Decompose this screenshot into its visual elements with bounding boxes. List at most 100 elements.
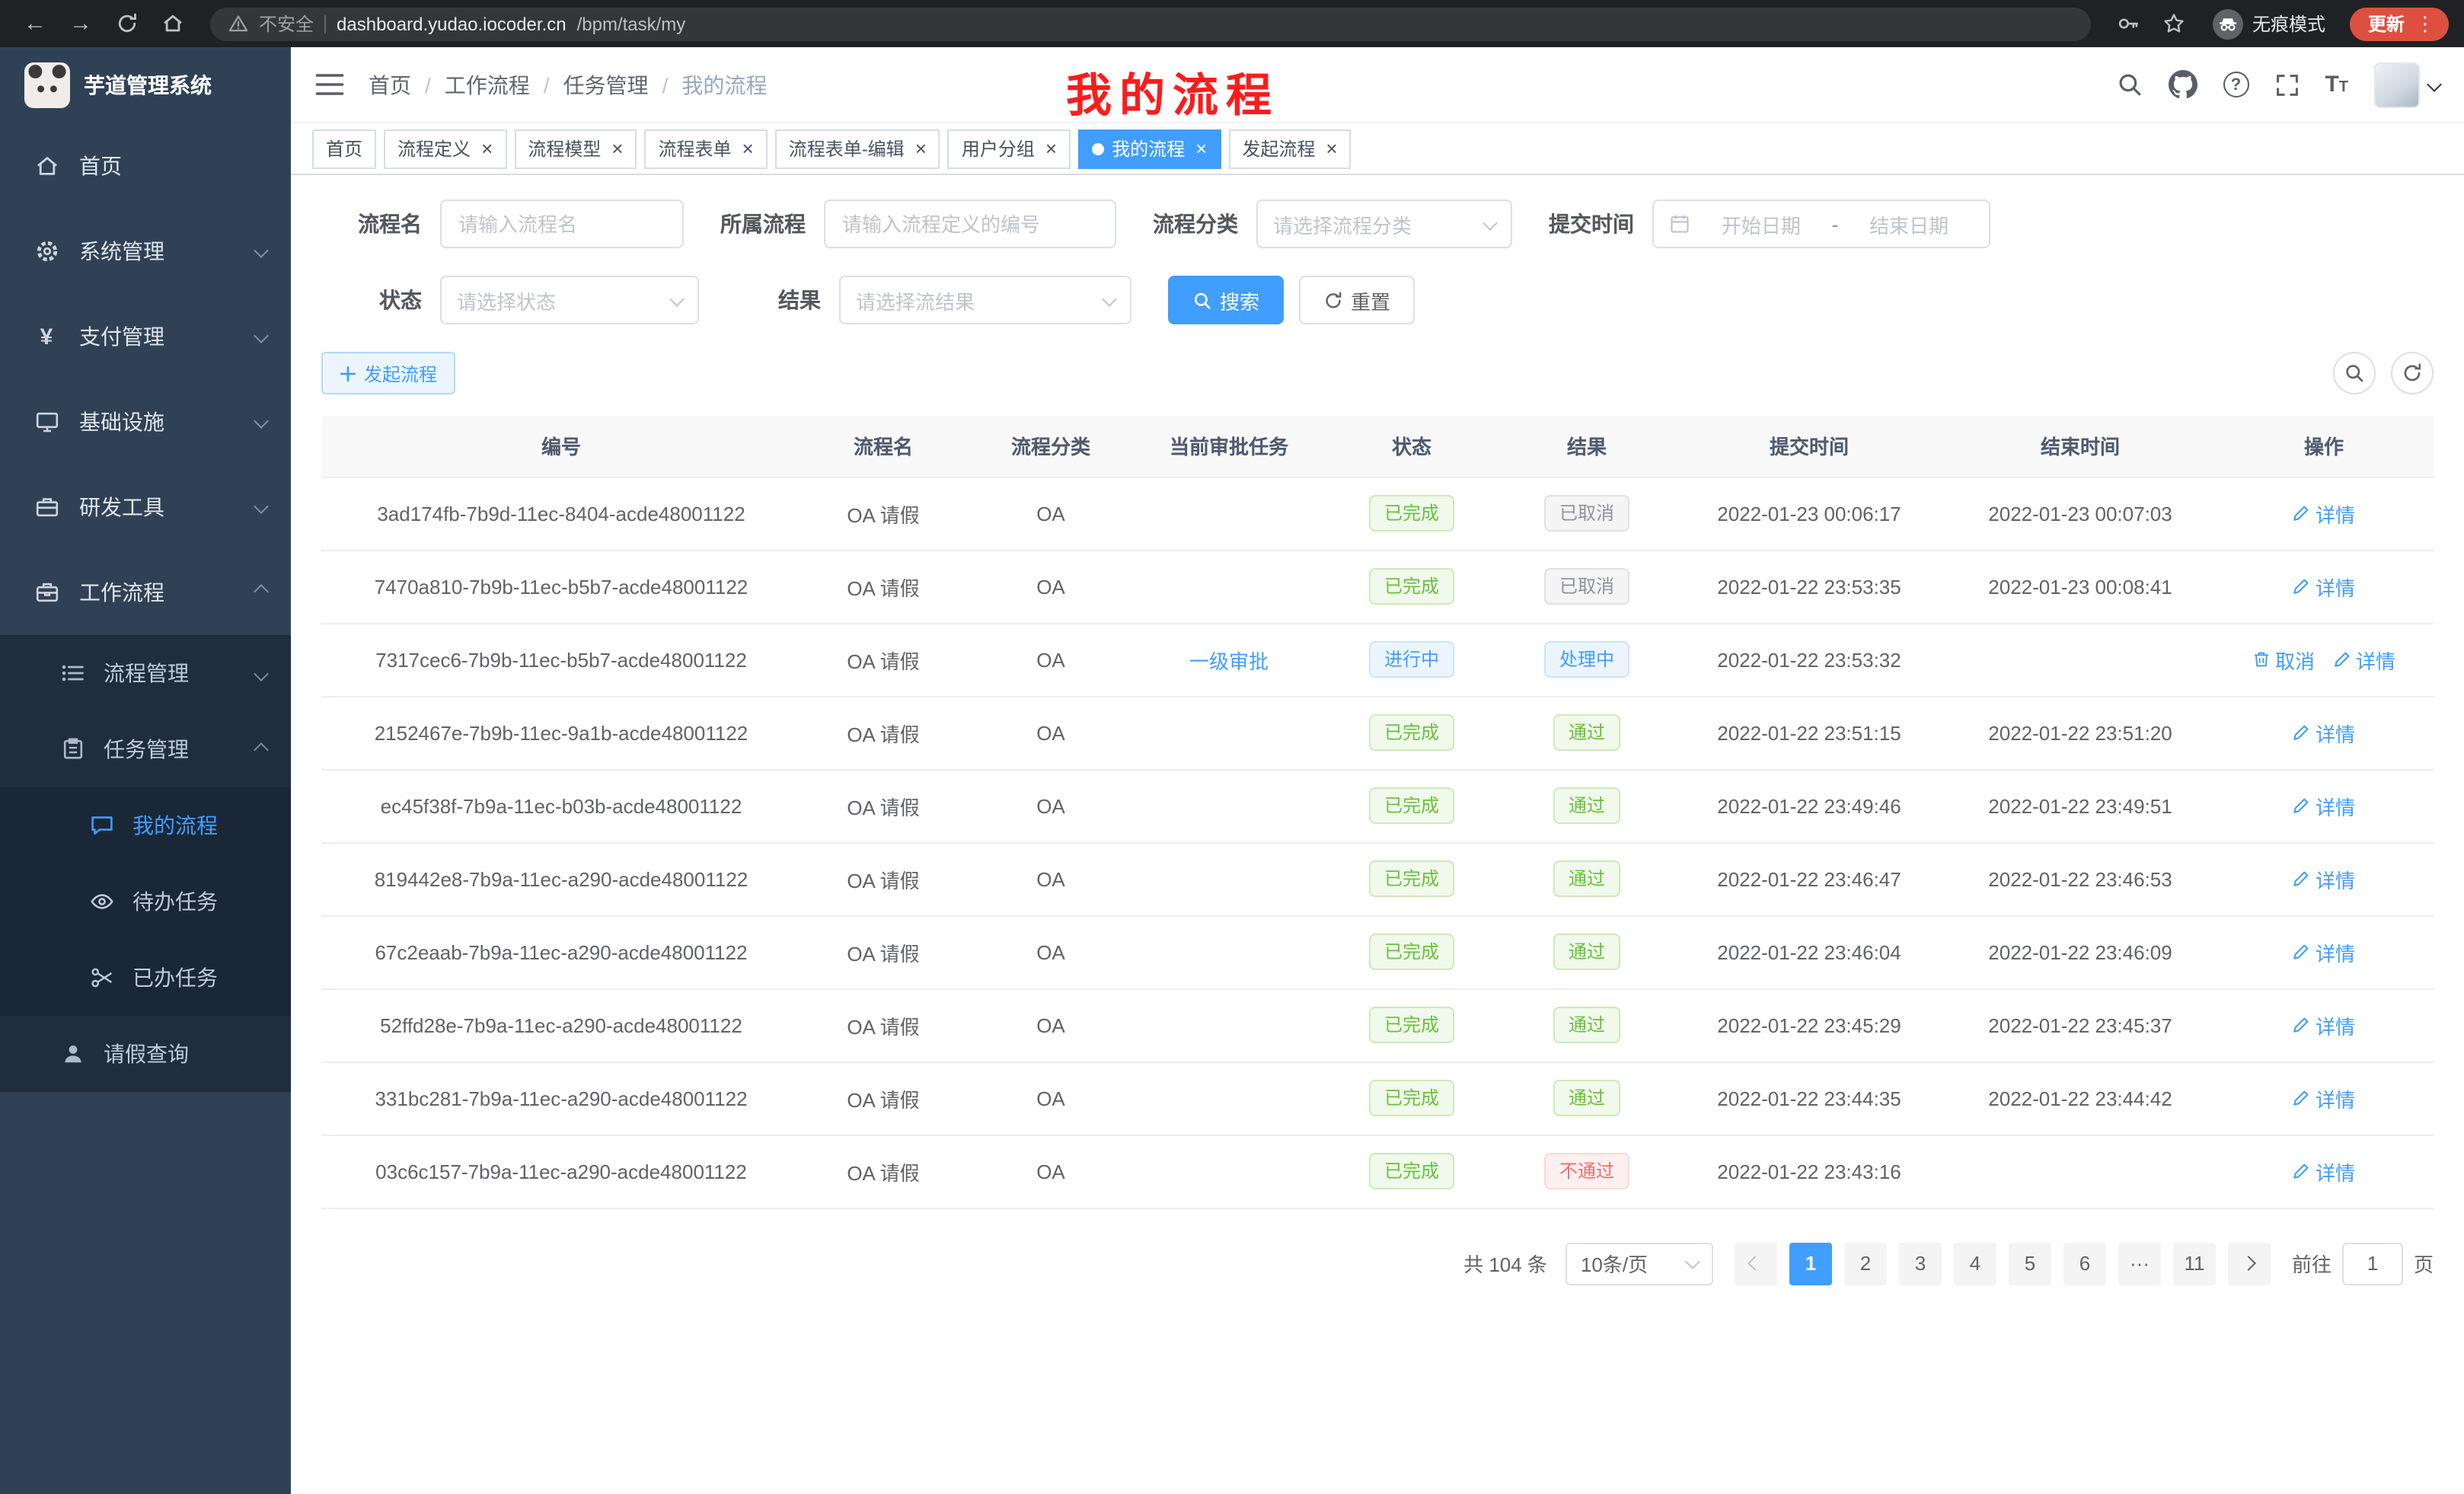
sidebar-item-system[interactable]: 系统管理 [0, 209, 291, 294]
filter-row-2: 状态 请选择状态 结果 请选择流结果 [321, 276, 2434, 324]
detail-link[interactable]: 详情 [2293, 1084, 2355, 1113]
reset-button[interactable]: 重置 [1299, 276, 1415, 324]
fullscreen-icon[interactable] [2274, 72, 2299, 97]
close-icon[interactable]: × [1195, 139, 1207, 158]
cell-actions: 详情 [2214, 915, 2434, 988]
sidebar-item-leave-query[interactable]: 请假查询 [0, 1016, 291, 1092]
detail-link[interactable]: 详情 [2333, 645, 2395, 674]
sidebar-item-task-mgmt[interactable]: 任务管理 [0, 711, 291, 787]
update-label: 更新 [2368, 11, 2405, 37]
detail-link[interactable]: 详情 [2293, 1010, 2355, 1039]
search-button[interactable]: 搜索 [1168, 276, 1284, 324]
tab-process-definition[interactable]: 流程定义× [384, 129, 506, 168]
tab-user-group[interactable]: 用户分组× [948, 129, 1071, 168]
process-name-input[interactable] [440, 200, 684, 248]
detail-link[interactable]: 详情 [2293, 572, 2355, 601]
close-icon[interactable]: × [915, 139, 927, 158]
cell-id: 3ad174fb-7b9d-11ec-8404-acde48001122 [321, 477, 801, 550]
page-button-3[interactable]: 3 [1899, 1242, 1942, 1285]
detail-link[interactable]: 详情 [2293, 499, 2355, 528]
chevron-up-icon [254, 742, 269, 757]
cell-end-time: 2022-01-22 23:44:42 [1946, 1061, 2214, 1135]
sidebar-item-todo-tasks[interactable]: 待办任务 [0, 864, 291, 940]
sidebar-item-infrastructure[interactable]: 基础设施 [0, 379, 291, 464]
tab-my-process[interactable]: 我的流程× [1078, 129, 1221, 168]
address-bar[interactable]: 不安全 dashboard.yudao.iocoder.cn/bpm/task/… [210, 7, 2091, 40]
page-button-6[interactable]: 6 [2063, 1242, 2106, 1285]
select-placeholder: 请选择流程分类 [1273, 209, 1412, 238]
goto-page-input[interactable] [2342, 1242, 2403, 1285]
next-page-button[interactable] [2228, 1242, 2271, 1285]
sidebar-item-devtools[interactable]: 研发工具 [0, 464, 291, 550]
tab-start-process[interactable]: 发起流程× [1228, 129, 1351, 168]
browser-back-icon[interactable]: ← [15, 4, 55, 43]
detail-link[interactable]: 详情 [2293, 791, 2355, 820]
cancel-link[interactable]: 取消 [2252, 645, 2315, 674]
close-icon[interactable]: × [742, 139, 754, 158]
tab-process-model[interactable]: 流程模型× [514, 129, 637, 168]
prev-page-button[interactable] [1735, 1242, 1777, 1285]
detail-link[interactable]: 详情 [2293, 1157, 2355, 1186]
url-path: /bpm/task/my [577, 13, 686, 34]
breadcrumb-home[interactable]: 首页 [369, 69, 411, 100]
tab-home[interactable]: 首页 [312, 129, 376, 168]
close-icon[interactable]: × [1326, 139, 1337, 158]
page-button-4[interactable]: 4 [1954, 1242, 1996, 1285]
help-icon[interactable]: ? [2223, 72, 2249, 97]
tab-process-form-edit[interactable]: 流程表单-编辑× [775, 129, 940, 168]
page-button-5[interactable]: 5 [2009, 1242, 2051, 1285]
detail-link[interactable]: 详情 [2293, 864, 2355, 893]
close-icon[interactable]: × [1045, 139, 1057, 158]
password-key-icon[interactable] [2109, 4, 2149, 43]
date-range-picker[interactable]: 开始日期 - 结束日期 [1652, 200, 1990, 248]
page-size-select[interactable]: 10条/页 [1566, 1242, 1713, 1285]
page-button-11[interactable]: 11 [2173, 1242, 2216, 1285]
detail-label: 详情 [2316, 1010, 2355, 1039]
sidebar-item-done-tasks[interactable]: 已办任务 [0, 940, 291, 1016]
close-icon[interactable]: × [611, 139, 623, 158]
browser-home-icon[interactable] [152, 4, 192, 43]
sidebar-item-home[interactable]: 首页 [0, 123, 291, 209]
status-select[interactable]: 请选择状态 [440, 276, 699, 324]
sidebar-item-process-mgmt[interactable]: 流程管理 [0, 635, 291, 711]
start-process-button[interactable]: 发起流程 [321, 352, 455, 394]
toggle-search-button[interactable] [2333, 352, 2376, 394]
breadcrumb-workflow[interactable]: 工作流程 [445, 69, 530, 100]
logo[interactable]: 芋道管理系统 [0, 47, 291, 123]
github-icon[interactable] [2168, 70, 2197, 99]
browser-menu-icon[interactable]: ⋮ [2415, 11, 2435, 36]
sidebar-item-workflow[interactable]: 工作流程 [0, 550, 291, 635]
font-size-icon[interactable]: TT [2325, 73, 2348, 96]
search-icon[interactable] [2116, 72, 2142, 97]
process-id-input[interactable] [824, 200, 1116, 248]
list-icon [61, 661, 85, 685]
detail-link[interactable]: 详情 [2293, 937, 2355, 966]
tab-process-form[interactable]: 流程表单× [644, 129, 767, 168]
browser-forward-icon[interactable]: → [61, 4, 101, 43]
current-task-link[interactable]: 一级审批 [1189, 650, 1269, 672]
user-menu[interactable] [2374, 62, 2440, 107]
sidebar-item-payment[interactable]: ¥ 支付管理 [0, 294, 291, 379]
detail-link[interactable]: 详情 [2293, 718, 2355, 747]
update-button[interactable]: 更新 ⋮ [2350, 7, 2449, 40]
page-button-1[interactable]: 1 [1789, 1242, 1832, 1285]
bookmark-star-icon[interactable] [2155, 4, 2194, 43]
toolbox-icon [34, 495, 59, 519]
chevron-down-icon [254, 666, 269, 681]
cell-actions: 详情 [2214, 550, 2434, 623]
table-row: ec45f38f-7b9a-11ec-b03b-acde48001122 OA … [321, 769, 2434, 842]
sidebar-item-label: 已办任务 [132, 962, 218, 993]
col-header-end-time: 结束时间 [1946, 416, 2214, 477]
refresh-button[interactable] [2391, 352, 2434, 394]
page-button-2[interactable]: 2 [1844, 1242, 1887, 1285]
result-select[interactable]: 请选择流结果 [839, 276, 1131, 324]
sidebar-item-my-process[interactable]: 我的流程 [0, 787, 291, 864]
more-pages-button[interactable]: ··· [2118, 1242, 2161, 1285]
category-select[interactable]: 请选择流程分类 [1256, 200, 1512, 248]
hamburger-icon[interactable] [315, 73, 344, 96]
close-icon[interactable]: × [481, 139, 493, 158]
browser-reload-icon[interactable] [107, 4, 146, 43]
col-header-status: 状态 [1322, 416, 1502, 477]
breadcrumb-task-mgmt[interactable]: 任务管理 [563, 69, 649, 100]
detail-label: 详情 [2316, 937, 2355, 966]
